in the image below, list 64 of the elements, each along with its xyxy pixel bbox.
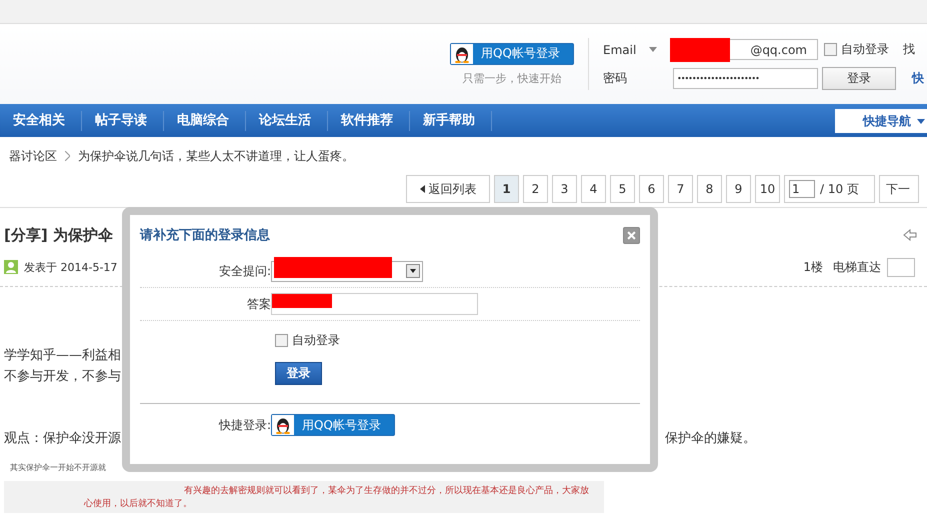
- nav-item[interactable]: 安全相关: [0, 110, 82, 130]
- find-link[interactable]: 找: [903, 41, 915, 58]
- nav-item[interactable]: 帖子导读: [82, 110, 164, 130]
- email-field[interactable]: @qq.com: [673, 39, 818, 60]
- answer-field[interactable]: [271, 293, 478, 315]
- embedded-note: 有兴趣的去解密规则就可以看到了，某伞为了生存做的并不过分，所以现在基本还是良心产品，大家放 心使用，以后就不知道了。: [4, 481, 604, 513]
- password-label: 密码: [603, 70, 628, 87]
- nav-item[interactable]: 电脑综合: [164, 110, 246, 130]
- caret-icon[interactable]: [649, 47, 657, 52]
- quote-text: 其实保护伞一开始不开源就: [10, 462, 107, 473]
- page-button[interactable]: 8: [697, 175, 722, 203]
- page-button[interactable]: 2: [523, 175, 548, 203]
- auto-login-checkbox[interactable]: 自动登录: [824, 41, 889, 58]
- post-text: 学学知乎——利益相: [4, 346, 122, 364]
- nav-item[interactable]: 论坛生活: [246, 110, 328, 130]
- post-date: 发表于 2014-5-17: [24, 260, 118, 274]
- next-page-button[interactable]: 下一: [879, 175, 919, 203]
- close-icon: [627, 230, 636, 240]
- qq-login-button[interactable]: 用QQ帐号登录: [450, 42, 574, 64]
- login-button[interactable]: 登录: [275, 362, 322, 385]
- page-button[interactable]: 1: [494, 175, 519, 203]
- page-button[interactable]: 5: [610, 175, 635, 203]
- penguin-icon: [451, 44, 473, 64]
- floor-number: 1楼: [803, 258, 823, 276]
- chevron-icon: [65, 151, 70, 161]
- page-button[interactable]: 4: [581, 175, 606, 203]
- answer-label: 答案: [246, 296, 271, 312]
- login-button[interactable]: 登录: [822, 67, 896, 90]
- question-label: 安全提问:: [218, 262, 271, 280]
- user-icon: [4, 260, 18, 274]
- quick-link[interactable]: 快: [912, 70, 924, 87]
- arrow-icon[interactable]: [903, 229, 917, 241]
- page-button[interactable]: 10: [755, 175, 780, 203]
- breadcrumb-link[interactable]: 为保护伞说几句话，某些人太不讲道理，让人蛋疼。: [78, 148, 354, 164]
- auto-login-checkbox[interactable]: 自动登录: [275, 332, 340, 349]
- email-label: Email: [603, 42, 638, 56]
- floor-jump-field[interactable]: [887, 258, 915, 276]
- caret-icon: [420, 185, 424, 193]
- page-button[interactable]: 7: [668, 175, 693, 203]
- caret-icon: [917, 118, 925, 124]
- post-text: 保护伞的嫌疑。: [665, 430, 757, 446]
- back-to-list-button[interactable]: 返回列表: [406, 175, 490, 203]
- post-text: 不参与开发，不参与: [4, 368, 122, 384]
- nav-item[interactable]: 新手帮助: [410, 110, 492, 130]
- login-hint: 只需一步，快速开始: [462, 70, 562, 86]
- page-button[interactable]: 6: [639, 175, 664, 203]
- page-button[interactable]: 9: [726, 175, 751, 203]
- dropdown-icon[interactable]: [406, 264, 420, 278]
- post-text: 观点：保护伞没开源: [4, 430, 122, 446]
- nav-item[interactable]: 软件推荐: [328, 110, 410, 130]
- page-jump-field[interactable]: 1 / 10 页: [784, 175, 875, 203]
- jump-label: 电梯直达: [833, 258, 881, 276]
- penguin-icon: [272, 415, 294, 435]
- quick-login-label: 快捷登录:: [218, 416, 271, 434]
- post-title: [分享] 为保护伞: [4, 226, 113, 244]
- redaction-mark: [272, 294, 332, 308]
- close-button[interactable]: [623, 226, 640, 244]
- dialog-title: 请补充下面的登录信息: [140, 226, 270, 244]
- redaction-mark: [670, 38, 730, 62]
- password-field[interactable]: ••••••••••••••••••••••: [673, 68, 818, 89]
- breadcrumb-link[interactable]: 器讨论区: [9, 148, 57, 164]
- page-button[interactable]: 3: [552, 175, 577, 203]
- qq-login-button[interactable]: 用QQ帐号登录: [271, 414, 395, 436]
- quick-nav-button[interactable]: 快捷导航: [835, 109, 927, 133]
